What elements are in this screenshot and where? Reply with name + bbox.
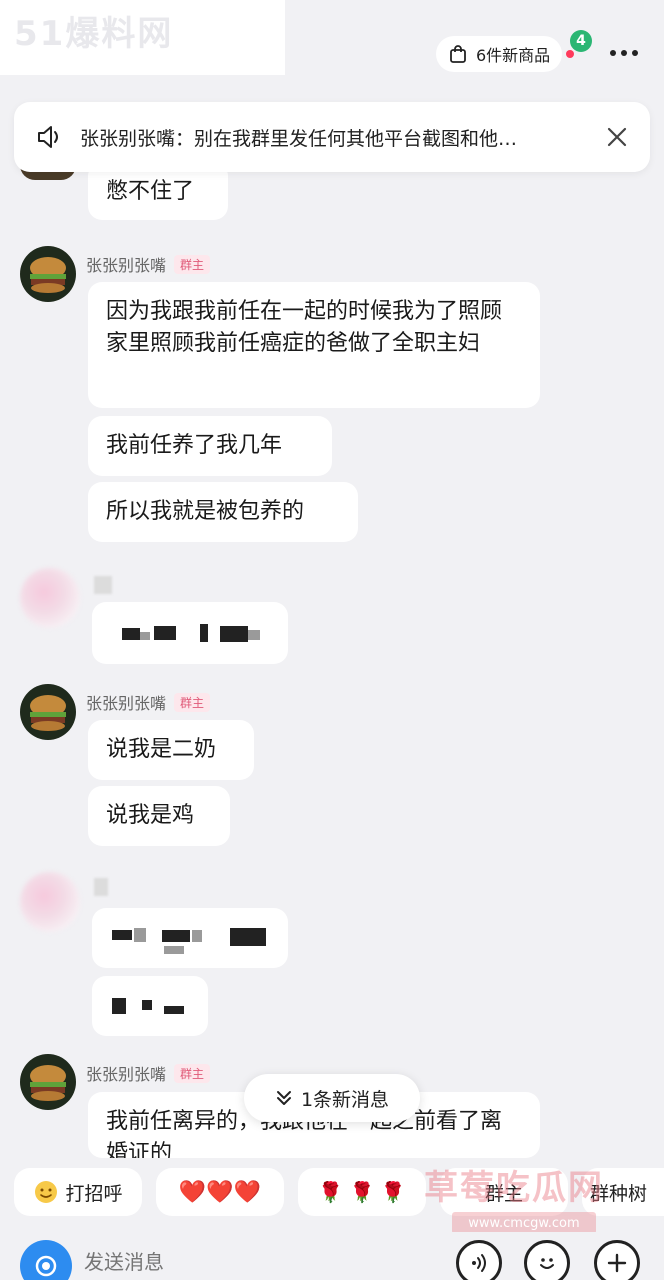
role-tag: 群主 xyxy=(174,254,211,274)
emoji-button[interactable] xyxy=(524,1240,570,1280)
bottom-watermark-url: www.cmcgw.com xyxy=(452,1212,596,1234)
shopping-bag-icon xyxy=(450,45,466,63)
chip-roses[interactable]: 🌹 🌹 🌹 xyxy=(298,1168,426,1216)
blurred-name xyxy=(94,576,112,594)
smile-wave-icon xyxy=(35,1181,58,1203)
announcement-text: 张张别张嘴：别在我群里发任何其他平台截图和他… xyxy=(80,127,518,150)
message-bubble[interactable]: 说我是鸡 xyxy=(88,786,230,846)
camera-icon xyxy=(35,1255,57,1277)
role-tag: 群主 xyxy=(174,1063,211,1083)
watermark-text: 51爆料网 xyxy=(14,14,174,54)
chip-hearts[interactable]: ❤️❤️❤️ xyxy=(156,1168,284,1216)
message-input[interactable] xyxy=(84,1250,384,1274)
plus-icon xyxy=(607,1253,627,1273)
double-chevron-down-icon xyxy=(276,1091,291,1105)
message-bubble[interactable]: 我前任养了我几年 xyxy=(88,416,332,476)
sender-name: 张张别张嘴 xyxy=(86,1065,167,1084)
sender-label: 张张别张嘴 群主 xyxy=(86,690,211,714)
unread-badge: 4 xyxy=(570,30,592,52)
add-button[interactable] xyxy=(594,1240,640,1280)
notification-dot xyxy=(566,50,574,58)
bottom-watermark: 草莓吃瓜网 xyxy=(424,1168,604,1208)
burger-avatar-icon xyxy=(20,684,76,740)
new-products-button[interactable]: 6件新商品 xyxy=(436,36,563,72)
more-dots-icon xyxy=(610,50,638,56)
avatar[interactable] xyxy=(20,246,76,302)
message-text: 说我是二奶 xyxy=(106,737,217,762)
chip-greet[interactable]: 打招呼 xyxy=(14,1168,142,1216)
avatar[interactable] xyxy=(20,1054,76,1110)
new-messages-label: 1条新消息 xyxy=(300,1088,390,1111)
input-bar xyxy=(0,1232,664,1280)
message-bubble[interactable]: 所以我就是被包养的 xyxy=(88,482,358,542)
message-bubble[interactable]: 因为我跟我前任在一起的时候我为了照顾家里照顾我前任癌症的爸做了全职主妇 xyxy=(88,282,540,408)
new-products-label: 6件新商品 xyxy=(476,46,551,65)
message-text: 我前任养了我几年 xyxy=(106,433,283,458)
voice-wave-icon xyxy=(472,1254,486,1272)
message-text: 说我是鸡 xyxy=(106,803,195,828)
new-messages-button[interactable]: 1条新消息 xyxy=(244,1074,420,1122)
message-text: 所以我就是被包养的 xyxy=(106,499,305,524)
pixelated-message[interactable] xyxy=(92,908,288,968)
chip-greet-label: 打招呼 xyxy=(65,1182,123,1205)
message-text: 憋不住了 xyxy=(106,179,195,204)
voice-button[interactable] xyxy=(456,1240,502,1280)
more-options-button[interactable] xyxy=(604,38,644,68)
role-tag: 群主 xyxy=(174,692,211,712)
blurred-avatar[interactable] xyxy=(20,872,80,932)
camera-button[interactable] xyxy=(20,1240,72,1280)
sender-label: 张张别张嘴 群主 xyxy=(86,252,211,276)
burger-avatar-icon xyxy=(20,246,76,302)
burger-avatar-icon xyxy=(20,1054,76,1110)
sender-label: 张张别张嘴 群主 xyxy=(86,1061,211,1085)
message-bubble[interactable]: 说我是二奶 xyxy=(88,720,254,780)
smiley-icon xyxy=(540,1258,554,1269)
chip-hearts-label: ❤️❤️❤️ xyxy=(178,1179,262,1205)
avatar[interactable] xyxy=(20,684,76,740)
message-text: 因为我跟我前任在一起的时候我为了照顾家里照顾我前任癌症的爸做了全职主妇 xyxy=(106,299,503,356)
blurred-avatar[interactable] xyxy=(20,568,80,628)
speaker-icon xyxy=(38,126,58,148)
chip-roses-label: 🌹 🌹 🌹 xyxy=(318,1180,406,1204)
sender-name: 张张别张嘴 xyxy=(86,694,167,713)
blurred-name xyxy=(94,878,108,896)
top-bar: 51爆料网 6件新商品 4 xyxy=(0,0,664,100)
pixelated-message[interactable] xyxy=(92,602,288,664)
sender-name: 张张别张嘴 xyxy=(86,256,167,275)
pixelated-message[interactable] xyxy=(92,976,208,1036)
group-announcement[interactable]: 张张别张嘴：别在我群里发任何其他平台截图和他… xyxy=(14,102,650,172)
watermark-top: 51爆料网 xyxy=(0,0,285,75)
close-icon[interactable] xyxy=(604,124,630,150)
